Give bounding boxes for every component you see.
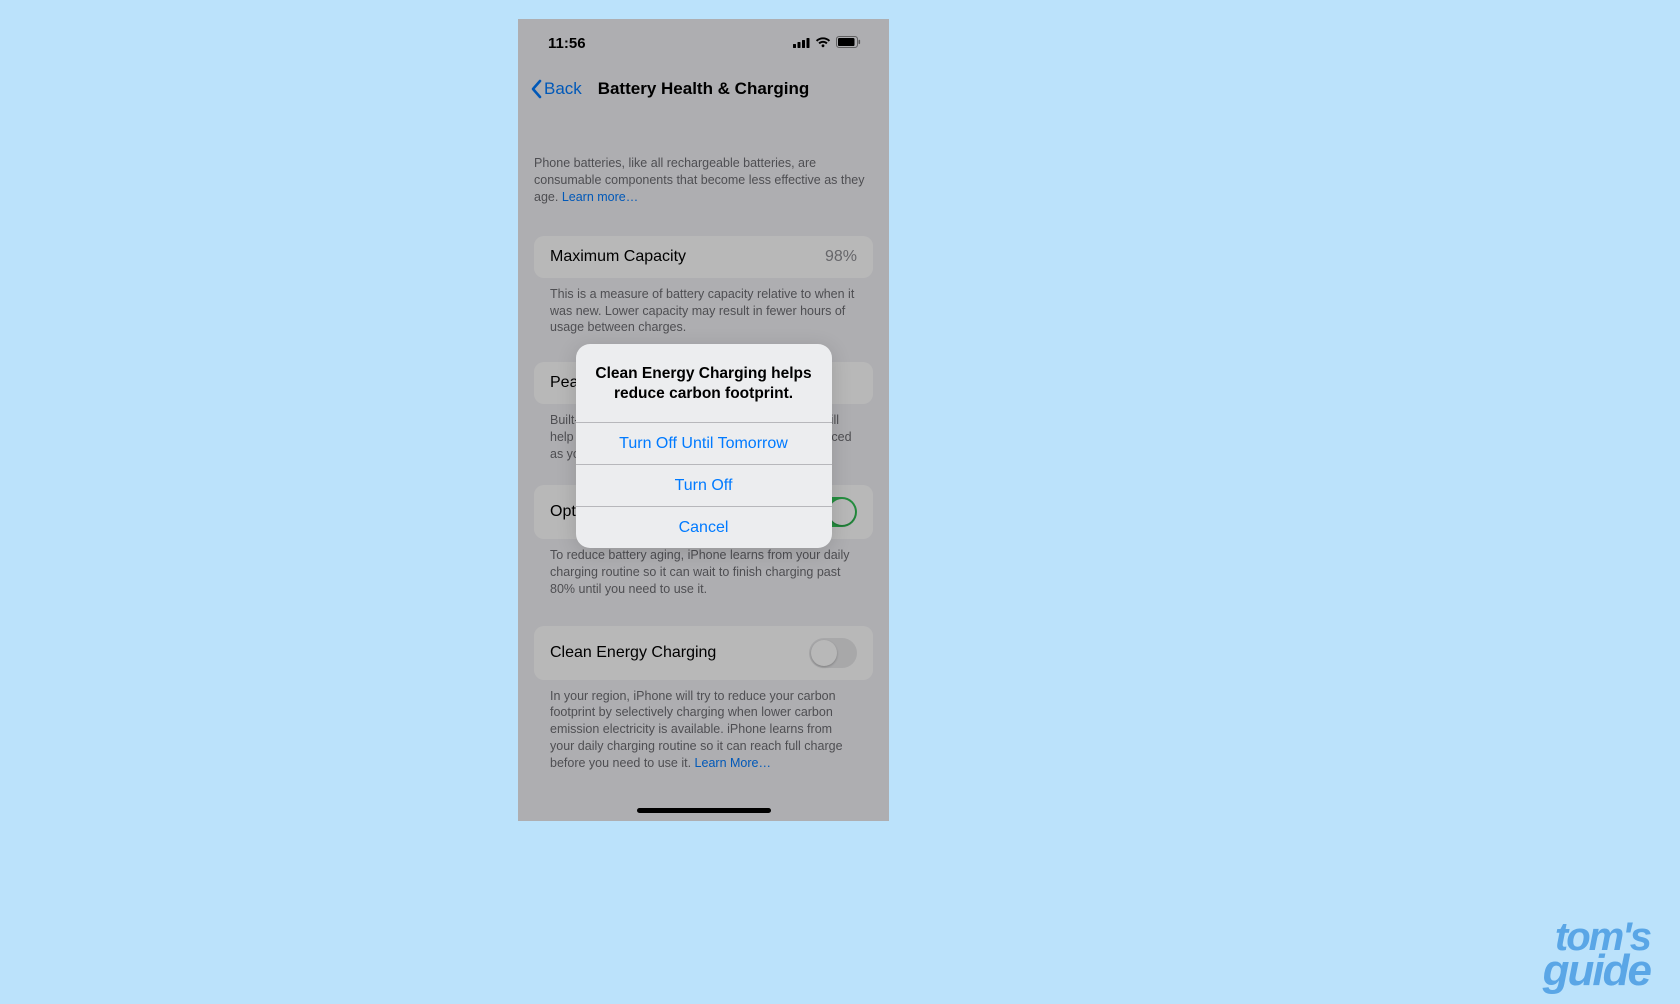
- status-time: 11:56: [548, 35, 586, 52]
- maximum-capacity-value: 98%: [825, 248, 857, 266]
- turn-off-until-tomorrow-button[interactable]: Turn Off Until Tomorrow: [576, 422, 832, 464]
- intro-text: Phone batteries, like all rechargeable b…: [534, 155, 873, 206]
- watermark-line2: guide: [1543, 953, 1650, 988]
- status-bar: 11:56: [518, 19, 889, 67]
- turn-off-button[interactable]: Turn Off: [576, 464, 832, 506]
- alert-title: Clean Energy Charging helps reduce carbo…: [576, 344, 832, 422]
- cancel-button[interactable]: Cancel: [576, 506, 832, 548]
- clean-energy-learn-more-link[interactable]: Learn More…: [695, 756, 771, 770]
- toggle-knob: [829, 499, 855, 525]
- page-title: Battery Health & Charging: [598, 79, 810, 99]
- phone-frame: 11:56 Back Battery Health & Charging Pho…: [518, 19, 889, 821]
- clean-energy-cell: Clean Energy Charging: [534, 626, 873, 680]
- clean-energy-toggle[interactable]: [809, 638, 857, 668]
- wifi-icon: [815, 35, 831, 52]
- maximum-capacity-label: Maximum Capacity: [550, 248, 686, 266]
- back-label: Back: [544, 79, 582, 99]
- clean-energy-footer: In your region, iPhone will try to reduc…: [534, 680, 873, 772]
- nav-bar: Back Battery Health & Charging: [518, 67, 889, 111]
- status-icons: [793, 35, 861, 52]
- chevron-left-icon: [530, 79, 542, 99]
- maximum-capacity-footer: This is a measure of battery capacity re…: [534, 278, 873, 337]
- toggle-knob: [811, 640, 837, 666]
- clean-energy-label: Clean Energy Charging: [550, 644, 716, 662]
- toms-guide-watermark: tom's guide: [1543, 921, 1650, 988]
- home-indicator[interactable]: [637, 808, 771, 813]
- cellular-icon: [793, 35, 810, 52]
- back-button[interactable]: Back: [530, 79, 582, 99]
- intro-learn-more-link[interactable]: Learn more…: [562, 190, 638, 204]
- alert-dialog: Clean Energy Charging helps reduce carbo…: [576, 344, 832, 548]
- maximum-capacity-cell[interactable]: Maximum Capacity 98%: [534, 236, 873, 278]
- battery-icon: [836, 35, 861, 52]
